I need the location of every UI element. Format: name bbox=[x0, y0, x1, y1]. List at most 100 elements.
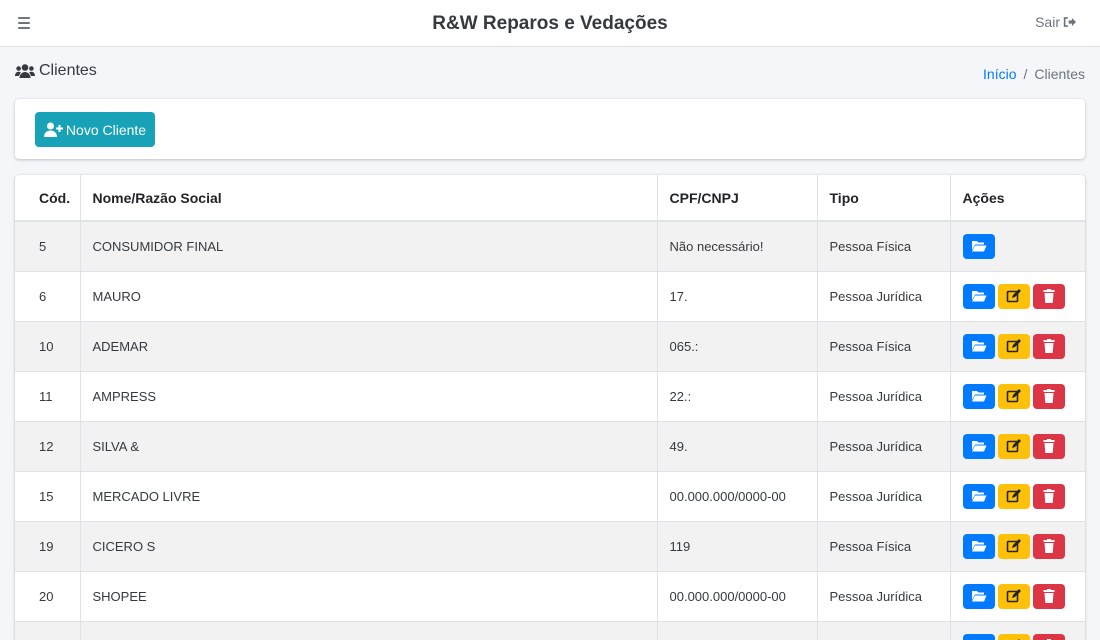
table-row bbox=[15, 620, 1085, 640]
folder-open-icon bbox=[971, 491, 986, 502]
trash-icon bbox=[1043, 439, 1054, 453]
cell-code: 20 bbox=[15, 570, 81, 621]
edit-button[interactable] bbox=[997, 333, 1030, 359]
cell-code bbox=[15, 620, 81, 640]
user-plus-icon bbox=[43, 122, 63, 137]
breadcrumb-current: Clientes bbox=[1034, 66, 1085, 82]
top-navbar: R&W Reparos e Vedações Sair bbox=[0, 0, 1100, 47]
view-button[interactable] bbox=[962, 333, 995, 359]
cell-actions bbox=[950, 370, 1085, 421]
clients-table: Cód. Nome/Razão Social CPF/CNPJ Tipo Açõ… bbox=[15, 175, 1085, 640]
delete-button[interactable] bbox=[1032, 583, 1065, 609]
cell-type: Pessoa Jurídica bbox=[817, 270, 951, 321]
trash-icon bbox=[1043, 389, 1054, 403]
new-client-button[interactable]: Novo Cliente bbox=[35, 112, 155, 147]
edit-button[interactable] bbox=[997, 483, 1030, 509]
folder-open-icon bbox=[971, 241, 986, 252]
table-row: 11 AMPRESS 22.: Pessoa Jurídica bbox=[15, 370, 1085, 421]
edit-button[interactable] bbox=[997, 533, 1030, 559]
edit-icon bbox=[1006, 439, 1021, 453]
app-title: R&W Reparos e Vedações bbox=[432, 13, 668, 34]
delete-button[interactable] bbox=[1032, 383, 1065, 409]
cell-doc: 119 bbox=[657, 520, 818, 571]
actions-card: Novo Cliente bbox=[15, 99, 1085, 159]
cell-name: ADEMAR bbox=[80, 320, 658, 371]
sign-out-icon bbox=[1063, 17, 1076, 27]
table-row: 5 CONSUMIDOR FINAL Não necessário! Pessoa F… bbox=[15, 220, 1085, 271]
cell-actions bbox=[950, 420, 1085, 471]
edit-button[interactable] bbox=[997, 433, 1030, 459]
view-button[interactable] bbox=[962, 583, 995, 609]
delete-button[interactable] bbox=[1032, 433, 1065, 459]
edit-button[interactable] bbox=[997, 633, 1030, 640]
view-button[interactable] bbox=[962, 433, 995, 459]
delete-button[interactable] bbox=[1032, 533, 1065, 559]
cell-name: CONSUMIDOR FINAL bbox=[80, 220, 658, 271]
trash-icon bbox=[1043, 589, 1054, 603]
view-button[interactable] bbox=[962, 233, 995, 259]
logout-link[interactable]: Sair bbox=[1035, 14, 1076, 30]
cell-type: Pessoa Jurídica bbox=[817, 420, 951, 471]
edit-icon bbox=[1006, 539, 1021, 553]
edit-button[interactable] bbox=[997, 283, 1030, 309]
row-action-buttons bbox=[962, 533, 1074, 559]
trash-icon bbox=[1043, 339, 1054, 353]
delete-button[interactable] bbox=[1032, 633, 1065, 640]
cell-type: Pessoa Física bbox=[817, 520, 951, 571]
cell-name: SHOPEE bbox=[80, 570, 658, 621]
edit-icon bbox=[1006, 389, 1021, 403]
folder-open-icon bbox=[971, 391, 986, 402]
header-code: Cód. bbox=[15, 175, 81, 222]
row-action-buttons bbox=[962, 433, 1074, 459]
row-action-buttons bbox=[962, 483, 1074, 509]
breadcrumb-separator: / bbox=[1023, 66, 1028, 82]
cell-type bbox=[817, 620, 951, 640]
view-button[interactable] bbox=[962, 633, 995, 640]
cell-type: Pessoa Jurídica bbox=[817, 570, 951, 621]
table-row: 20 SHOPEE 00.000.000/0000-00 Pessoa Jurídic… bbox=[15, 570, 1085, 621]
view-button[interactable] bbox=[962, 533, 995, 559]
edit-icon bbox=[1006, 589, 1021, 603]
cell-doc: 00.000.000/0000-00 bbox=[657, 470, 818, 521]
folder-open-icon bbox=[971, 591, 986, 602]
delete-button[interactable] bbox=[1032, 333, 1065, 359]
trash-icon bbox=[1043, 289, 1054, 303]
view-button[interactable] bbox=[962, 283, 995, 309]
cell-code: 6 bbox=[15, 270, 81, 321]
breadcrumb-home-link[interactable]: Início bbox=[983, 66, 1016, 82]
table-header-row: Cód. Nome/Razão Social CPF/CNPJ Tipo Açõ… bbox=[15, 175, 1085, 222]
edit-button[interactable] bbox=[997, 383, 1030, 409]
view-button[interactable] bbox=[962, 483, 995, 509]
edit-button[interactable] bbox=[997, 583, 1030, 609]
table-row: 10 ADEMAR 065.: Pessoa Física bbox=[15, 320, 1085, 371]
view-button[interactable] bbox=[962, 383, 995, 409]
cell-name: MERCADO LIVRE bbox=[80, 470, 658, 521]
edit-icon bbox=[1006, 489, 1021, 503]
cell-name: CICERO S bbox=[80, 520, 658, 571]
cell-code: 12 bbox=[15, 420, 81, 471]
delete-button[interactable] bbox=[1032, 283, 1065, 309]
cell-code: 11 bbox=[15, 370, 81, 421]
cell-doc: 22.: bbox=[657, 370, 818, 421]
row-action-buttons bbox=[962, 633, 1074, 640]
delete-button[interactable] bbox=[1032, 483, 1065, 509]
cell-doc: 17. bbox=[657, 270, 818, 321]
cell-name bbox=[80, 620, 658, 640]
table-row: 15 MERCADO LIVRE 00.000.000/0000-00 Pessoa … bbox=[15, 470, 1085, 521]
new-client-label: Novo Cliente bbox=[65, 121, 147, 138]
cell-code: 15 bbox=[15, 470, 81, 521]
cell-code: 10 bbox=[15, 320, 81, 371]
header-name: Nome/Razão Social bbox=[80, 175, 658, 222]
cell-doc: 49. bbox=[657, 420, 818, 471]
hamburger-menu-icon[interactable] bbox=[18, 13, 42, 33]
trash-icon bbox=[1043, 489, 1054, 503]
cell-name: AMPRESS bbox=[80, 370, 658, 421]
page-title: Clientes bbox=[15, 62, 97, 80]
cell-name: MAURO bbox=[80, 270, 658, 321]
folder-open-icon bbox=[971, 441, 986, 452]
folder-open-icon bbox=[971, 341, 986, 352]
cell-name: SILVA & bbox=[80, 420, 658, 471]
edit-icon bbox=[1006, 289, 1021, 303]
cell-type: Pessoa Jurídica bbox=[817, 470, 951, 521]
cell-code: 5 bbox=[15, 220, 81, 271]
